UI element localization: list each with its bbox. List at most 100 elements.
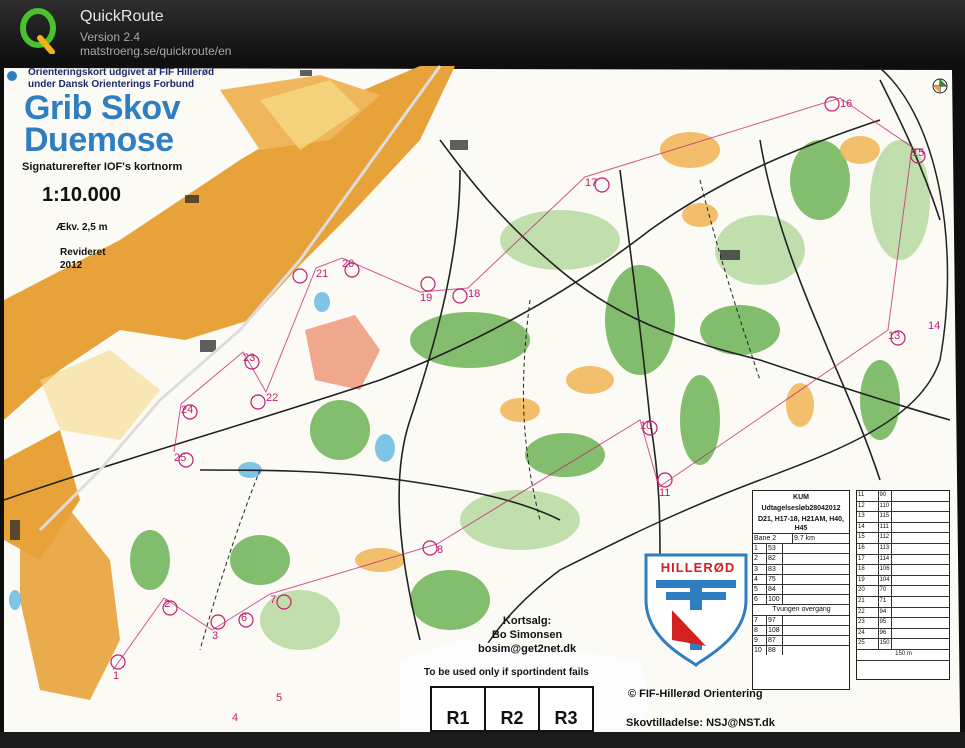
dc-event: Udtagelsesløb28042012 bbox=[761, 505, 841, 512]
dc-symbol-cells bbox=[892, 639, 949, 649]
control-number-label: 8 bbox=[437, 544, 444, 556]
control-number-label: 5 bbox=[276, 692, 283, 704]
dc-control-code: 113 bbox=[879, 543, 893, 554]
dc-control-row: 17 114 bbox=[857, 554, 949, 566]
dc-control-code: 110 bbox=[879, 501, 893, 512]
dc-control-code: 100 bbox=[767, 595, 783, 605]
map-contour-interval: Ækv. 2,5 m bbox=[56, 222, 108, 233]
dc-control-code: 112 bbox=[879, 533, 893, 543]
dc-finish-row: 150 m bbox=[857, 650, 949, 661]
control-number-label: 17 bbox=[585, 177, 598, 189]
dc-symbol-cells bbox=[783, 595, 849, 604]
control-number-label: 22 bbox=[266, 392, 279, 404]
control-number-label: 21 bbox=[316, 268, 329, 280]
dc-control-row: 7 97 bbox=[753, 614, 849, 625]
dc-control-row: 1 53 bbox=[753, 543, 849, 554]
dc-control-row: 4 75 bbox=[753, 573, 849, 584]
control-number-label: 7 bbox=[270, 594, 277, 606]
app-url[interactable]: matstroeng.se/quickroute/en bbox=[80, 44, 231, 58]
dc-control-code: 83 bbox=[767, 564, 783, 574]
dc-control-number: 5 bbox=[753, 584, 767, 595]
dc-symbol-cells bbox=[892, 576, 949, 586]
control-description-card-2: 11 90 12 110 13 115 14 111 15 112 16 113 17 114 18 106 1… bbox=[856, 490, 950, 680]
sale-email: bosim@get2net.dk bbox=[478, 643, 577, 655]
dc-control-row: 3 83 bbox=[753, 563, 849, 574]
dc-forced-route: Tvungen overgang bbox=[753, 604, 849, 614]
dc-course-row: Bane 2 9.7 km bbox=[753, 533, 849, 544]
dc-rows-left-a: 1 53 2 82 3 83 4 75 5 84 6 100 bbox=[753, 543, 849, 605]
dc-symbol-cells bbox=[892, 502, 949, 512]
dc-control-number: 15 bbox=[857, 533, 879, 543]
dc-control-row: 20 70 bbox=[857, 586, 949, 597]
control-number-label: 3 bbox=[212, 630, 219, 642]
dc-control-row: 12 110 bbox=[857, 501, 949, 513]
map-revised-label: Revideret bbox=[60, 247, 106, 258]
dc-control-row: 16 113 bbox=[857, 543, 949, 555]
dc-control-row: 13 115 bbox=[857, 512, 949, 523]
dc-control-code: 95 bbox=[879, 618, 893, 628]
dc-rows-left-b: 7 97 8 108 9 87 10 88 bbox=[753, 614, 849, 656]
dc-control-number: 20 bbox=[857, 586, 879, 596]
dc-control-row: 19 104 bbox=[857, 575, 949, 587]
dc-symbol-cells bbox=[783, 544, 849, 553]
dc-symbol-cells bbox=[892, 597, 949, 607]
dc-control-code: 106 bbox=[879, 565, 893, 575]
dc-control-number: 22 bbox=[857, 607, 879, 618]
backup-box-r2: R2 bbox=[484, 686, 540, 732]
dc-control-number: 14 bbox=[857, 522, 879, 533]
app-version: Version 2.4 bbox=[80, 30, 141, 44]
map-title-line2: Duemose bbox=[24, 121, 174, 159]
control-number-label: 4 bbox=[232, 712, 239, 724]
dc-control-number: 24 bbox=[857, 628, 879, 639]
dc-symbol-cells bbox=[892, 533, 949, 543]
dc-symbol-cells bbox=[783, 646, 849, 655]
dc-control-row: 6 100 bbox=[753, 594, 849, 605]
dc-control-number: 16 bbox=[857, 543, 879, 554]
map-revised-year: 2012 bbox=[60, 260, 83, 271]
sale-label: Kortsalg: bbox=[502, 615, 552, 627]
dc-control-code: 82 bbox=[767, 554, 783, 564]
map-revision: Revideret 2012 bbox=[60, 246, 106, 272]
control-number-label: 24 bbox=[181, 404, 194, 416]
dc-control-number: 25 bbox=[857, 639, 879, 649]
control-number-label: 14 bbox=[928, 320, 941, 332]
dc-control-code: 111 bbox=[879, 522, 893, 533]
dc-length: 9.7 km bbox=[794, 535, 816, 542]
club-logo-text: HILLERØD bbox=[660, 560, 736, 575]
control-number-label: 16 bbox=[840, 98, 853, 110]
dc-control-code: 97 bbox=[767, 615, 783, 625]
control-number-label: 11 bbox=[659, 487, 671, 499]
dc-control-row: 14 111 bbox=[857, 522, 949, 534]
dc-control-code: 88 bbox=[767, 646, 783, 656]
dc-classes: D21, H17-18, H21AM, H40, H45 bbox=[758, 516, 844, 532]
dc-control-row: 9 87 bbox=[753, 634, 849, 646]
map-publisher: Orienteringskort udgivet af FIF Hillerød… bbox=[28, 67, 214, 91]
dc-symbol-cells bbox=[783, 616, 849, 625]
dc-symbol-cells bbox=[892, 618, 949, 628]
dc-control-number: 1 bbox=[753, 544, 767, 554]
dc-control-code: 53 bbox=[767, 544, 783, 554]
dc-rows-right: 11 90 12 110 13 115 14 111 15 112 16 113 17 114 18 106 1… bbox=[857, 491, 949, 650]
dc-control-number: 19 bbox=[857, 575, 879, 586]
dc-symbol-cells bbox=[892, 544, 949, 554]
control-number-label: 20 bbox=[342, 258, 355, 270]
control-number-label: 2 bbox=[164, 598, 171, 610]
control-number-label: 19 bbox=[420, 292, 433, 304]
dc-control-number: 3 bbox=[753, 564, 767, 574]
control-number-label: 23 bbox=[243, 352, 256, 364]
dc-control-row: 25 150 bbox=[857, 639, 949, 650]
dc-symbol-cells bbox=[783, 575, 849, 584]
control-number-label: 25 bbox=[174, 452, 187, 464]
backup-note: To be used only if sportindent fails bbox=[424, 667, 589, 678]
dc-control-code: 75 bbox=[767, 574, 783, 584]
dc-control-number: 18 bbox=[857, 565, 879, 575]
dc-symbol-cells bbox=[892, 586, 949, 596]
map-sale-info: Kortsalg: Bo Simonsen bosim@get2net.dk bbox=[478, 614, 576, 656]
dc-control-row: 11 90 bbox=[857, 491, 949, 502]
dc-control-code: 87 bbox=[767, 635, 783, 646]
dc-control-number: 7 bbox=[753, 615, 767, 625]
app-title: QuickRoute bbox=[80, 8, 164, 25]
backup-box-r3: R3 bbox=[538, 686, 594, 732]
dc-forced-route-label: Tvungen overgang bbox=[772, 606, 831, 614]
dc-club: KUM bbox=[793, 494, 809, 501]
